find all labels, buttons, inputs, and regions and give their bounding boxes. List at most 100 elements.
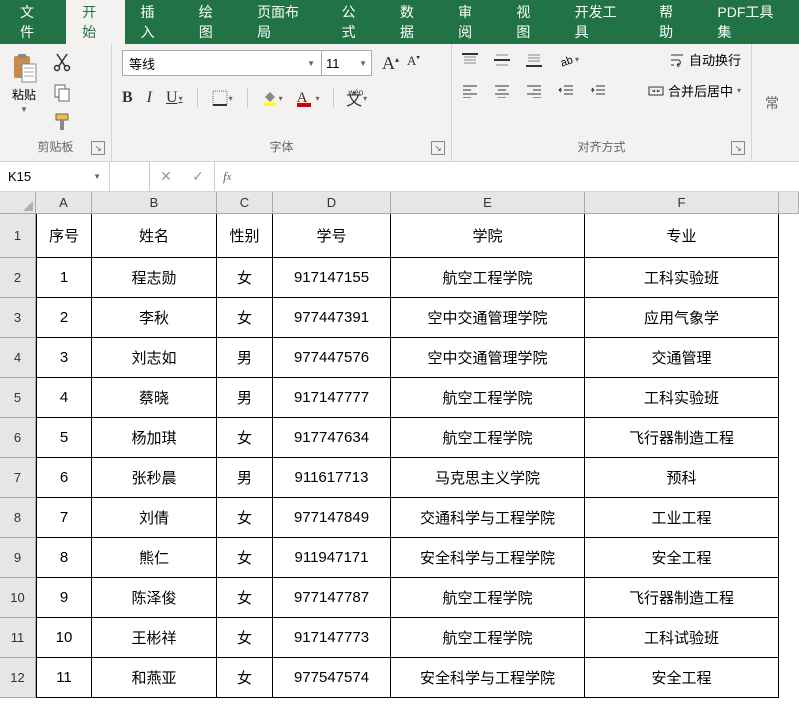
cell[interactable]: 安全工程: [585, 538, 779, 578]
cell[interactable]: 刘志如: [92, 338, 217, 378]
col-header-F[interactable]: F: [585, 192, 779, 213]
cell[interactable]: 交通科学与工程学院: [391, 498, 585, 538]
cell[interactable]: 陈泽俊: [92, 578, 217, 618]
cell[interactable]: 蔡晓: [92, 378, 217, 418]
cell[interactable]: 977147787: [273, 578, 391, 618]
cell[interactable]: 航空工程学院: [391, 418, 585, 458]
cell[interactable]: 女: [217, 538, 273, 578]
decrease-font-size-button[interactable]: A▾: [407, 53, 420, 74]
cell[interactable]: 2: [36, 298, 92, 338]
col-header-B[interactable]: B: [92, 192, 217, 213]
col-header-A[interactable]: A: [36, 192, 92, 213]
cell[interactable]: 交通管理: [585, 338, 779, 378]
formula-input[interactable]: [239, 162, 799, 191]
fx-icon[interactable]: fx: [215, 162, 239, 191]
align-right-button[interactable]: [526, 84, 542, 98]
cell[interactable]: 应用气象学: [585, 298, 779, 338]
cell[interactable]: 空中交通管理学院: [391, 338, 585, 378]
cell[interactable]: 和燕亚: [92, 658, 217, 698]
merge-center-button[interactable]: 合并后居中 ▾: [648, 81, 741, 100]
cell[interactable]: 女: [217, 498, 273, 538]
cell[interactable]: 7: [36, 498, 92, 538]
italic-button[interactable]: I: [147, 89, 152, 107]
cell[interactable]: 工科试验班: [585, 618, 779, 658]
row-header-1[interactable]: 1: [0, 214, 36, 258]
cell[interactable]: 977147849: [273, 498, 391, 538]
cell[interactable]: 预科: [585, 458, 779, 498]
cell[interactable]: 航空工程学院: [391, 618, 585, 658]
clipboard-launcher[interactable]: ↘: [91, 141, 105, 155]
col-header-D[interactable]: D: [273, 192, 391, 213]
font-color-button[interactable]: A▾: [297, 90, 320, 107]
increase-indent-button[interactable]: [590, 84, 606, 98]
format-painter-icon[interactable]: [52, 112, 72, 132]
cell[interactable]: 学院: [391, 214, 585, 258]
font-size-selector[interactable]: 11 ▼: [322, 50, 372, 76]
cell[interactable]: 4: [36, 378, 92, 418]
cell[interactable]: 女: [217, 418, 273, 458]
cell[interactable]: 工业工程: [585, 498, 779, 538]
cell[interactable]: 女: [217, 258, 273, 298]
row-header-5[interactable]: 5: [0, 378, 36, 418]
cell[interactable]: 王彬祥: [92, 618, 217, 658]
cell[interactable]: 11: [36, 658, 92, 698]
tab-11[interactable]: PDF工具集: [701, 0, 799, 44]
cell[interactable]: 917147777: [273, 378, 391, 418]
align-launcher[interactable]: ↘: [731, 141, 745, 155]
cell[interactable]: 977447391: [273, 298, 391, 338]
cell[interactable]: 刘倩: [92, 498, 217, 538]
cell[interactable]: 917747634: [273, 418, 391, 458]
cell[interactable]: 张秒晨: [92, 458, 217, 498]
cell[interactable]: 飞行器制造工程: [585, 578, 779, 618]
cell[interactable]: 航空工程学院: [391, 258, 585, 298]
copy-icon[interactable]: [52, 82, 72, 102]
align-middle-button[interactable]: [494, 53, 510, 67]
confirm-formula-button[interactable]: ✓: [182, 168, 214, 185]
row-header-10[interactable]: 10: [0, 578, 36, 618]
tab-10[interactable]: 帮助: [643, 0, 701, 44]
cell[interactable]: 6: [36, 458, 92, 498]
cell[interactable]: 女: [217, 658, 273, 698]
align-top-button[interactable]: [462, 53, 478, 67]
cut-icon[interactable]: [52, 52, 72, 72]
cell[interactable]: 安全工程: [585, 658, 779, 698]
cell[interactable]: 1: [36, 258, 92, 298]
tab-7[interactable]: 审阅: [442, 0, 500, 44]
cell[interactable]: 专业: [585, 214, 779, 258]
row-header-12[interactable]: 12: [0, 658, 36, 698]
row-header-6[interactable]: 6: [0, 418, 36, 458]
row-header-4[interactable]: 4: [0, 338, 36, 378]
tab-9[interactable]: 开发工具: [559, 0, 644, 44]
underline-button[interactable]: U▾: [166, 89, 183, 107]
cell[interactable]: 911617713: [273, 458, 391, 498]
tab-8[interactable]: 视图: [500, 0, 558, 44]
cell[interactable]: 安全科学与工程学院: [391, 538, 585, 578]
cell[interactable]: 917147773: [273, 618, 391, 658]
cell[interactable]: 熊仁: [92, 538, 217, 578]
cell[interactable]: 10: [36, 618, 92, 658]
cell[interactable]: 977547574: [273, 658, 391, 698]
tab-5[interactable]: 公式: [326, 0, 384, 44]
cell[interactable]: 安全科学与工程学院: [391, 658, 585, 698]
cell[interactable]: 性别: [217, 214, 273, 258]
cell[interactable]: 男: [217, 378, 273, 418]
cell[interactable]: 3: [36, 338, 92, 378]
fill-color-button[interactable]: ▾: [262, 90, 283, 106]
cell[interactable]: 姓名: [92, 214, 217, 258]
cell[interactable]: 程志勋: [92, 258, 217, 298]
align-left-button[interactable]: [462, 84, 478, 98]
tab-6[interactable]: 数据: [384, 0, 442, 44]
cell[interactable]: 8: [36, 538, 92, 578]
tab-4[interactable]: 页面布局: [241, 0, 326, 44]
phonetic-guide-button[interactable]: wén文▾: [348, 86, 367, 110]
cell[interactable]: 学号: [273, 214, 391, 258]
cell[interactable]: 马克思主义学院: [391, 458, 585, 498]
cell[interactable]: 李秋: [92, 298, 217, 338]
cell[interactable]: 工科实验班: [585, 258, 779, 298]
row-header-7[interactable]: 7: [0, 458, 36, 498]
row-header-3[interactable]: 3: [0, 298, 36, 338]
row-header-9[interactable]: 9: [0, 538, 36, 578]
decrease-indent-button[interactable]: [558, 84, 574, 98]
cancel-formula-button[interactable]: ✕: [150, 168, 182, 185]
orientation-button[interactable]: ab▾: [558, 52, 579, 68]
